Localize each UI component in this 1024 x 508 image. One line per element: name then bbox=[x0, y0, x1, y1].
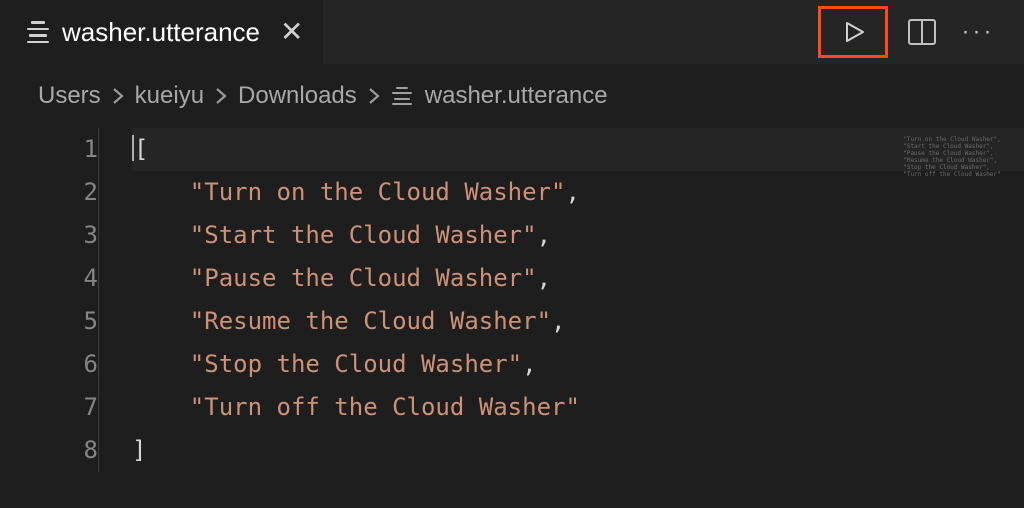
minimap[interactable]: "Turn on the Cloud Washer", "Start the C… bbox=[896, 136, 1014, 178]
chevron-right-icon bbox=[367, 86, 381, 106]
chevron-right-icon bbox=[214, 86, 228, 106]
editor[interactable]: 12345678 [ "Turn on the Cloud Washer", "… bbox=[0, 128, 1024, 472]
code-token: "Turn on the Cloud Washer" bbox=[190, 178, 566, 206]
line-number: 2 bbox=[0, 171, 98, 214]
code-line[interactable]: [ bbox=[132, 128, 1024, 171]
breadcrumb-file-label: washer.utterance bbox=[425, 82, 608, 110]
line-number: 6 bbox=[0, 343, 98, 386]
line-number: 7 bbox=[0, 386, 98, 429]
more-actions-button[interactable]: ··· bbox=[956, 18, 1000, 46]
line-number: 5 bbox=[0, 300, 98, 343]
chevron-right-icon bbox=[111, 86, 125, 106]
code-line[interactable]: "Turn on the Cloud Washer", bbox=[132, 171, 1024, 214]
play-highlight-box bbox=[818, 6, 888, 58]
code-token: "Turn off the Cloud Washer" bbox=[190, 393, 580, 421]
code-token: ] bbox=[132, 436, 146, 464]
run-button[interactable] bbox=[831, 10, 875, 54]
file-icon bbox=[391, 87, 413, 106]
split-icon bbox=[908, 19, 936, 45]
code-line[interactable]: "Turn off the Cloud Washer" bbox=[132, 386, 1024, 429]
line-number: 8 bbox=[0, 429, 98, 472]
breadcrumb-item[interactable]: kueiyu bbox=[135, 82, 204, 110]
line-number: 4 bbox=[0, 257, 98, 300]
tab-bar: washer.utterance ✕ ··· bbox=[0, 0, 1024, 64]
split-editor-button[interactable] bbox=[900, 10, 944, 54]
code-line[interactable]: "Pause the Cloud Washer", bbox=[132, 257, 1024, 300]
code-token: "Resume the Cloud Washer" bbox=[190, 307, 551, 335]
code-area[interactable]: [ "Turn on the Cloud Washer", "Start the… bbox=[98, 128, 1024, 472]
code-line[interactable]: "Resume the Cloud Washer", bbox=[132, 300, 1024, 343]
code-token: "Start the Cloud Washer" bbox=[190, 221, 537, 249]
breadcrumb-item[interactable]: Users bbox=[38, 82, 101, 110]
line-number: 1 bbox=[0, 128, 98, 171]
code-token: [ bbox=[134, 135, 148, 163]
code-token: "Pause the Cloud Washer" bbox=[190, 264, 537, 292]
code-line[interactable]: "Stop the Cloud Washer", bbox=[132, 343, 1024, 386]
breadcrumb: Users kueiyu Downloads washer.utterance bbox=[0, 64, 1024, 128]
code-line[interactable]: ] bbox=[132, 429, 1024, 472]
line-number: 3 bbox=[0, 214, 98, 257]
editor-tab[interactable]: washer.utterance ✕ bbox=[0, 0, 323, 64]
ellipsis-icon: ··· bbox=[962, 18, 995, 45]
editor-actions: ··· bbox=[818, 6, 1024, 58]
play-icon bbox=[841, 20, 865, 44]
breadcrumb-file[interactable]: washer.utterance bbox=[391, 82, 608, 110]
indent-guide bbox=[98, 128, 99, 472]
close-icon[interactable]: ✕ bbox=[280, 18, 303, 46]
line-number-gutter: 12345678 bbox=[0, 128, 98, 472]
code-token: "Stop the Cloud Washer" bbox=[190, 350, 522, 378]
code-line[interactable]: "Start the Cloud Washer", bbox=[132, 214, 1024, 257]
tab-title: washer.utterance bbox=[62, 17, 260, 48]
breadcrumb-item[interactable]: Downloads bbox=[238, 82, 357, 110]
file-icon bbox=[26, 20, 50, 44]
